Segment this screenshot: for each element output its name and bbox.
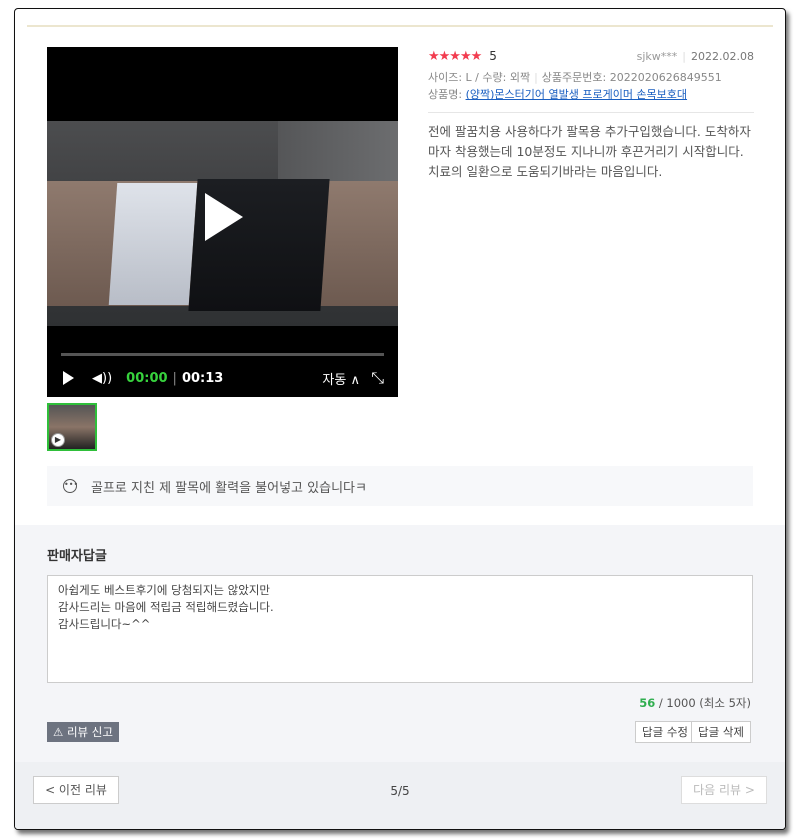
char-count-limit: / 1000 (최소 5자) [655,696,751,710]
delete-reply-button[interactable]: 답글 삭제 [691,721,751,743]
current-time: 00:00 [126,370,168,386]
total-time: 00:13 [181,370,224,386]
fullscreen-icon[interactable]: ⤡ [371,368,384,388]
video-thumbnail[interactable]: ▶ [47,403,97,451]
review-info: ★★★★★ 5 sjkw*** | 2022.02.08 사이즈: L / 수량: … [428,47,754,182]
rating-score: 5 [489,49,497,63]
char-count: 56 / 1000 (최소 5자) [639,695,751,711]
speech-bubble-icon: ••• [63,479,78,493]
comment-text: 골프로 지친 제 팔목에 활력을 불어넣고 있습니다ㅋ [91,480,367,496]
volume-icon[interactable]: ◀)) [92,371,112,386]
top-divider [27,25,773,27]
char-count-value: 56 [639,696,656,710]
review-body: 전에 팔꿈치용 사용하다가 팔목용 추가구입했습니다. 도착하자마자 착용했는데… [428,124,751,179]
seller-reply-title: 판매자답글 [47,549,107,564]
page-indicator: 5/5 [390,784,410,798]
next-review-button[interactable]: 다음 리뷰 > [681,776,767,804]
review-pager: < 이전 리뷰 5/5 다음 리뷰 > [15,762,785,829]
video-controls: ◀)) 00:00 | 00:13 자동 ∧ ⤡ [47,365,398,391]
seller-reply-input[interactable]: 아쉽게도 베스트후기에 당첨되지는 않았지만 감사드리는 마음에 적립금 적립해… [47,575,753,683]
edit-reply-button[interactable]: 답글 수정 [635,721,695,743]
rating-stars: ★★★★★ [428,48,482,64]
video-player[interactable]: ◀)) 00:00 | 00:13 자동 ∧ ⤡ [47,47,398,397]
product-link[interactable]: (양짝)몬스터기어 열발생 프로게이머 손목보호대 [466,88,687,101]
quality-auto-button[interactable]: 자동 ∧ [322,369,360,388]
play-icon[interactable] [63,371,74,385]
report-review-button[interactable]: ⚠ 리뷰 신고 [47,722,119,742]
info-divider [428,112,754,113]
time-separator: | [172,370,177,386]
size-qty: 사이즈: L / 수량: 외짝 [428,71,531,84]
review-popup: ◀)) 00:00 | 00:13 자동 ∧ ⤡ ▶ ★★★★★ 5 sjkw*… [14,8,786,830]
big-play-icon[interactable] [205,193,243,241]
video-sleeve-white [108,183,198,305]
product-label: 상품명: [428,88,466,101]
seller-reply-section: 판매자답글 아쉽게도 베스트후기에 당첨되지는 않았지만 감사드리는 마음에 적… [15,525,785,762]
reviewer-id: sjkw*** [636,49,678,63]
order-number: 상품주문번호: 2022020626849551 [541,71,722,84]
video-progress-bar[interactable] [61,353,384,356]
thumbnail-play-icon: ▶ [51,433,65,447]
purchase-meta: 사이즈: L / 수량: 외짝 | 상품주문번호: 2022020626849551… [428,71,722,101]
review-date: 2022.02.08 [691,49,754,63]
review-comment: ••• 골프로 지친 제 팔목에 활력을 불어넣고 있습니다ㅋ [47,466,753,506]
